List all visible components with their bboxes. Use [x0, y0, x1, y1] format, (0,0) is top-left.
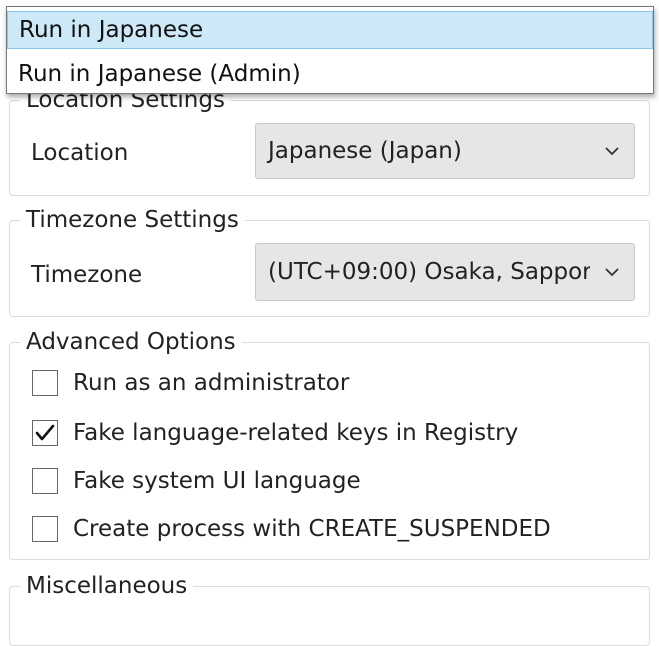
timezone-settings-title: Timezone Settings	[20, 203, 245, 237]
fake-registry-keys-checkbox[interactable]	[32, 420, 58, 446]
fake-ui-language-checkbox[interactable]	[32, 468, 58, 494]
option-create-suspended[interactable]: Create process with CREATE_SUSPENDED	[32, 511, 551, 547]
location-combobox[interactable]: Japanese (Japan)	[255, 123, 635, 179]
dropdown-item-run-in-japanese[interactable]: Run in Japanese	[7, 11, 653, 49]
advanced-options-group: Advanced Options Run as an administrator…	[9, 325, 650, 560]
create-suspended-checkbox[interactable]	[32, 516, 58, 542]
chevron-down-icon	[590, 267, 634, 277]
location-settings-group: Location Settings Location Japanese (Jap…	[9, 83, 650, 196]
option-label: Run as an administrator	[73, 370, 350, 396]
advanced-options-title: Advanced Options	[20, 325, 242, 359]
dropdown-item-label: Run in Japanese	[19, 17, 204, 43]
option-label: Fake language-related keys in Registry	[73, 420, 519, 446]
timezone-settings-group: Timezone Settings Timezone (UTC+09:00) O…	[9, 203, 650, 317]
option-fake-registry-keys[interactable]: Fake language-related keys in Registry	[32, 415, 518, 451]
dropdown-item-run-in-japanese-admin[interactable]: Run in Japanese (Admin)	[7, 55, 653, 93]
timezone-label: Timezone	[31, 262, 143, 288]
option-label: Create process with CREATE_SUSPENDED	[73, 516, 551, 542]
timezone-combobox-value: (UTC+09:00) Osaka, Sapporo	[268, 259, 590, 285]
option-fake-ui-language[interactable]: Fake system UI language	[32, 463, 361, 499]
location-label: Location	[31, 140, 129, 166]
check-icon	[35, 424, 55, 441]
dropdown-item-label: Run in Japanese (Admin)	[18, 61, 301, 87]
miscellaneous-title: Miscellaneous	[20, 569, 194, 603]
option-label: Fake system UI language	[73, 468, 361, 494]
location-combobox-value: Japanese (Japan)	[268, 138, 462, 164]
run-as-admin-checkbox[interactable]	[32, 370, 58, 396]
option-run-as-admin[interactable]: Run as an administrator	[32, 365, 349, 401]
miscellaneous-group: Miscellaneous	[9, 569, 650, 646]
timezone-combobox[interactable]: (UTC+09:00) Osaka, Sapporo	[255, 243, 635, 301]
chevron-down-icon	[590, 146, 634, 156]
profile-dropdown-list[interactable]: Run in Japanese Run in Japanese (Admin)	[6, 6, 654, 94]
